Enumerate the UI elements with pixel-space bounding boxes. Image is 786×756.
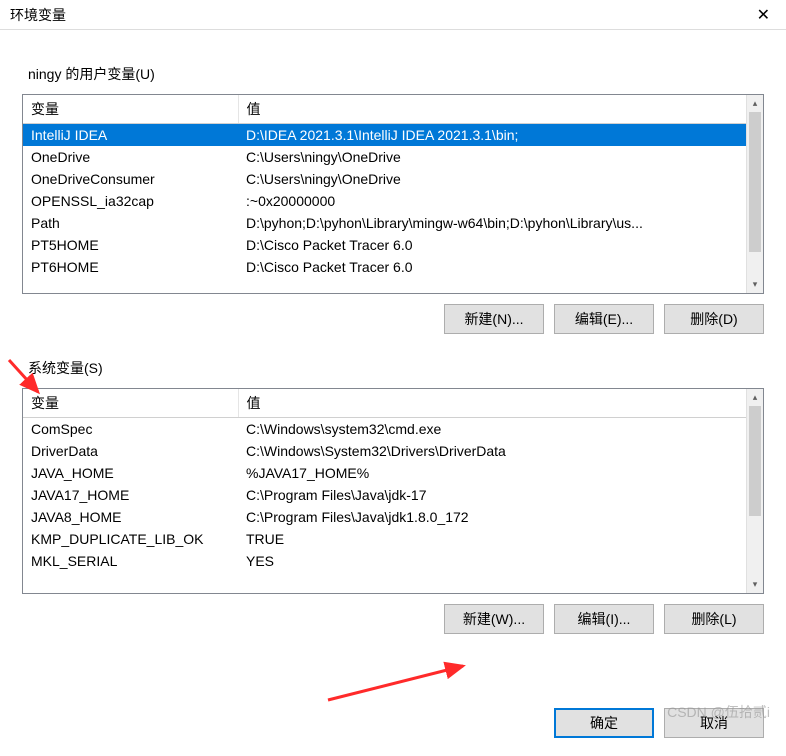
var-name-cell: OneDriveConsumer xyxy=(23,168,238,190)
scroll-down-icon[interactable]: ▾ xyxy=(747,576,763,593)
var-value-cell: YES xyxy=(238,550,763,572)
var-name-cell: IntelliJ IDEA xyxy=(23,124,238,147)
system-new-button[interactable]: 新建(W)... xyxy=(444,604,544,634)
table-row[interactable]: PathD:\pyhon;D:\pyhon\Library\mingw-w64\… xyxy=(23,212,763,234)
window-title: 环境变量 xyxy=(10,5,66,25)
system-scrollbar[interactable]: ▴ ▾ xyxy=(746,389,763,593)
table-row[interactable]: JAVA_HOME%JAVA17_HOME% xyxy=(23,462,763,484)
var-name-cell: Path xyxy=(23,212,238,234)
table-row[interactable]: JAVA17_HOMEC:\Program Files\Java\jdk-17 xyxy=(23,484,763,506)
var-value-cell: C:\Program Files\Java\jdk1.8.0_172 xyxy=(238,506,763,528)
user-scrollbar[interactable]: ▴ ▾ xyxy=(746,95,763,293)
var-name-cell: OneDrive xyxy=(23,146,238,168)
title-bar: 环境变量 ✕ xyxy=(0,0,786,30)
var-value-cell: C:\Users\ningy\OneDrive xyxy=(238,146,763,168)
var-value-cell: C:\Users\ningy\OneDrive xyxy=(238,168,763,190)
var-name-cell: JAVA17_HOME xyxy=(23,484,238,506)
close-icon[interactable]: ✕ xyxy=(749,5,778,25)
system-button-row: 新建(W)... 编辑(I)... 删除(L) xyxy=(22,604,764,634)
col-header-variable[interactable]: 变量 xyxy=(23,95,238,124)
cancel-button[interactable]: 取消 xyxy=(664,708,764,738)
var-name-cell: MKL_SERIAL xyxy=(23,550,238,572)
var-value-cell: :~0x20000000 xyxy=(238,190,763,212)
user-button-row: 新建(N)... 编辑(E)... 删除(D) xyxy=(22,304,764,334)
col-header-variable[interactable]: 变量 xyxy=(23,389,238,418)
var-value-cell: C:\Windows\system32\cmd.exe xyxy=(238,418,763,441)
var-value-cell: TRUE xyxy=(238,528,763,550)
table-row[interactable]: MKL_SERIALYES xyxy=(23,550,763,572)
scroll-thumb[interactable] xyxy=(749,406,761,516)
var-name-cell: JAVA_HOME xyxy=(23,462,238,484)
table-row[interactable]: OneDriveConsumerC:\Users\ningy\OneDrive xyxy=(23,168,763,190)
ok-button[interactable]: 确定 xyxy=(554,708,654,738)
var-name-cell: PT6HOME xyxy=(23,256,238,278)
table-row[interactable]: PT5HOMED:\Cisco Packet Tracer 6.0 xyxy=(23,234,763,256)
scroll-up-icon[interactable]: ▴ xyxy=(747,389,763,406)
dialog-body: ningy 的用户变量(U) 变量 值 IntelliJ IDEAD:\IDEA… xyxy=(0,30,786,670)
table-row[interactable]: OneDriveC:\Users\ningy\OneDrive xyxy=(23,146,763,168)
var-value-cell: D:\Cisco Packet Tracer 6.0 xyxy=(238,234,763,256)
var-name-cell: PT5HOME xyxy=(23,234,238,256)
table-row[interactable]: ComSpecC:\Windows\system32\cmd.exe xyxy=(23,418,763,441)
var-value-cell: C:\Windows\System32\Drivers\DriverData xyxy=(238,440,763,462)
dialog-footer: 确定 取消 xyxy=(554,708,764,738)
var-name-cell: JAVA8_HOME xyxy=(23,506,238,528)
var-name-cell: DriverData xyxy=(23,440,238,462)
col-header-value[interactable]: 值 xyxy=(238,389,763,418)
scroll-down-icon[interactable]: ▾ xyxy=(747,276,763,293)
var-value-cell: C:\Program Files\Java\jdk-17 xyxy=(238,484,763,506)
system-delete-button[interactable]: 删除(L) xyxy=(664,604,764,634)
var-value-cell: D:\Cisco Packet Tracer 6.0 xyxy=(238,256,763,278)
table-row[interactable]: PT6HOMED:\Cisco Packet Tracer 6.0 xyxy=(23,256,763,278)
user-variables-section: ningy 的用户变量(U) 变量 值 IntelliJ IDEAD:\IDEA… xyxy=(22,64,764,334)
user-edit-button[interactable]: 编辑(E)... xyxy=(554,304,654,334)
table-row[interactable]: DriverDataC:\Windows\System32\Drivers\Dr… xyxy=(23,440,763,462)
scroll-up-icon[interactable]: ▴ xyxy=(747,95,763,112)
var-value-cell: %JAVA17_HOME% xyxy=(238,462,763,484)
var-value-cell: D:\pyhon;D:\pyhon\Library\mingw-w64\bin;… xyxy=(238,212,763,234)
var-value-cell: D:\IDEA 2021.3.1\IntelliJ IDEA 2021.3.1\… xyxy=(238,124,763,147)
user-new-button[interactable]: 新建(N)... xyxy=(444,304,544,334)
col-header-value[interactable]: 值 xyxy=(238,95,763,124)
var-name-cell: ComSpec xyxy=(23,418,238,441)
table-row[interactable]: IntelliJ IDEAD:\IDEA 2021.3.1\IntelliJ I… xyxy=(23,124,763,147)
system-variables-table: 变量 值 ComSpecC:\Windows\system32\cmd.exeD… xyxy=(23,389,763,572)
system-variables-section: 系统变量(S) 变量 值 ComSpecC:\Windows\system32\… xyxy=(22,358,764,634)
user-delete-button[interactable]: 删除(D) xyxy=(664,304,764,334)
system-edit-button[interactable]: 编辑(I)... xyxy=(554,604,654,634)
scroll-thumb[interactable] xyxy=(749,112,761,252)
table-row[interactable]: JAVA8_HOMEC:\Program Files\Java\jdk1.8.0… xyxy=(23,506,763,528)
user-variables-list[interactable]: 变量 值 IntelliJ IDEAD:\IDEA 2021.3.1\Intel… xyxy=(22,94,764,294)
table-row[interactable]: OPENSSL_ia32cap:~0x20000000 xyxy=(23,190,763,212)
system-variables-list[interactable]: 变量 值 ComSpecC:\Windows\system32\cmd.exeD… xyxy=(22,388,764,594)
user-section-label: ningy 的用户变量(U) xyxy=(28,64,764,84)
var-name-cell: KMP_DUPLICATE_LIB_OK xyxy=(23,528,238,550)
var-name-cell: OPENSSL_ia32cap xyxy=(23,190,238,212)
system-section-label: 系统变量(S) xyxy=(28,358,764,378)
table-row[interactable]: KMP_DUPLICATE_LIB_OKTRUE xyxy=(23,528,763,550)
user-variables-table: 变量 值 IntelliJ IDEAD:\IDEA 2021.3.1\Intel… xyxy=(23,95,763,278)
